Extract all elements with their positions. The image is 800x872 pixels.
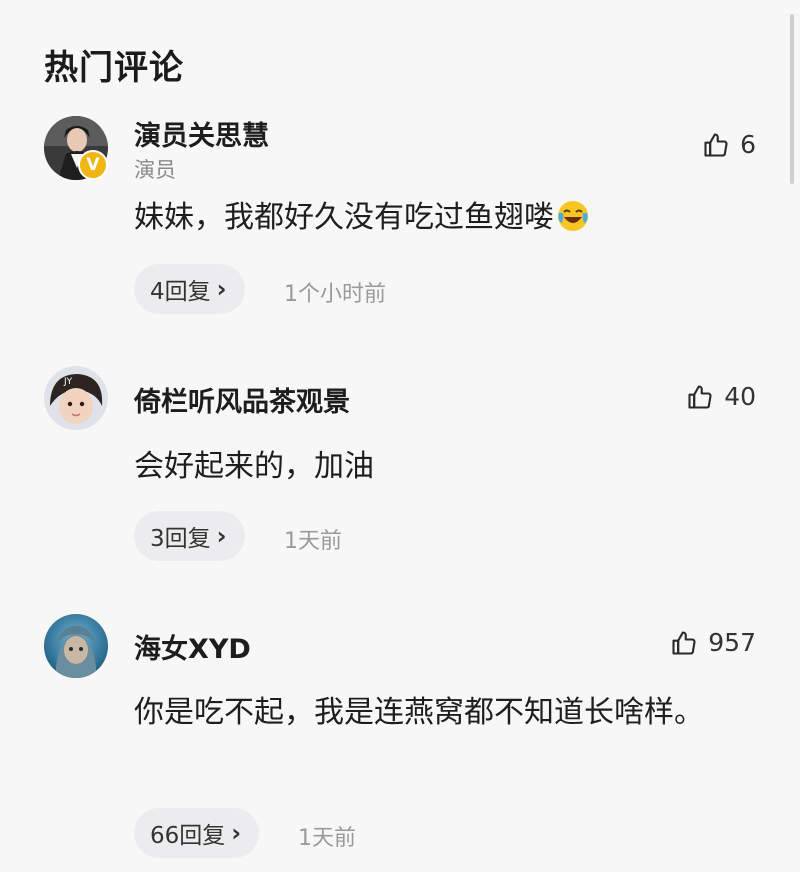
chevron-right-icon: › bbox=[216, 275, 227, 303]
comment-time: 1天前 bbox=[298, 826, 356, 851]
reply-count-button[interactable]: 4回复 › bbox=[134, 264, 245, 314]
thumbs-up-icon bbox=[686, 383, 714, 411]
like-button[interactable]: 6 bbox=[702, 130, 756, 159]
section-title: 热门评论 bbox=[44, 48, 184, 88]
svg-text:JY: JY bbox=[63, 377, 73, 387]
reply-count: 4回复 bbox=[150, 279, 211, 305]
like-count: 40 bbox=[724, 382, 756, 411]
avatar[interactable]: V bbox=[44, 116, 108, 180]
chevron-right-icon: › bbox=[216, 522, 227, 550]
like-count: 6 bbox=[740, 130, 756, 159]
verified-badge-icon: V bbox=[78, 150, 108, 180]
avatar-image: JY bbox=[44, 366, 108, 430]
like-count: 957 bbox=[708, 628, 756, 657]
thumbs-up-icon bbox=[702, 131, 730, 159]
comment-text: 会好起来的，加油 bbox=[134, 449, 374, 484]
crying-laughing-emoji bbox=[556, 197, 590, 251]
comment-text: 妹妹，我都好久没有吃过鱼翅喽 bbox=[134, 200, 554, 235]
chevron-right-icon: › bbox=[231, 819, 242, 847]
comment-time: 1个小时前 bbox=[284, 282, 386, 307]
thumbs-up-icon bbox=[670, 629, 698, 657]
avatar[interactable]: JY bbox=[44, 366, 108, 430]
avatar-image bbox=[44, 614, 108, 678]
like-button[interactable]: 957 bbox=[670, 628, 756, 657]
comment-time: 1天前 bbox=[284, 529, 342, 554]
like-button[interactable]: 40 bbox=[686, 382, 756, 411]
scrollbar[interactable] bbox=[790, 14, 794, 184]
avatar[interactable] bbox=[44, 614, 108, 678]
comment-username[interactable]: 海女XYD bbox=[134, 627, 251, 666]
reply-count: 3回复 bbox=[150, 526, 211, 552]
comment-username[interactable]: 倚栏听风品茶观景 bbox=[134, 380, 350, 419]
comment-username[interactable]: 演员关思慧 bbox=[134, 114, 269, 153]
hot-comments-page: 热门评论 V 演员关思慧 演员 6 妹妹，我都好久没有吃过鱼翅喽 4回复 › 1… bbox=[0, 0, 800, 872]
comment-text: 你是吃不起，我是连燕窝都不知道长啥样。 bbox=[134, 695, 704, 730]
reply-count: 66回复 bbox=[150, 823, 226, 849]
comment-text-container: 妹妹，我都好久没有吃过鱼翅喽 bbox=[134, 191, 734, 251]
comment-user-role: 演员 bbox=[134, 158, 176, 182]
reply-count-button[interactable]: 3回复 › bbox=[134, 511, 245, 561]
reply-count-button[interactable]: 66回复 › bbox=[134, 808, 260, 858]
